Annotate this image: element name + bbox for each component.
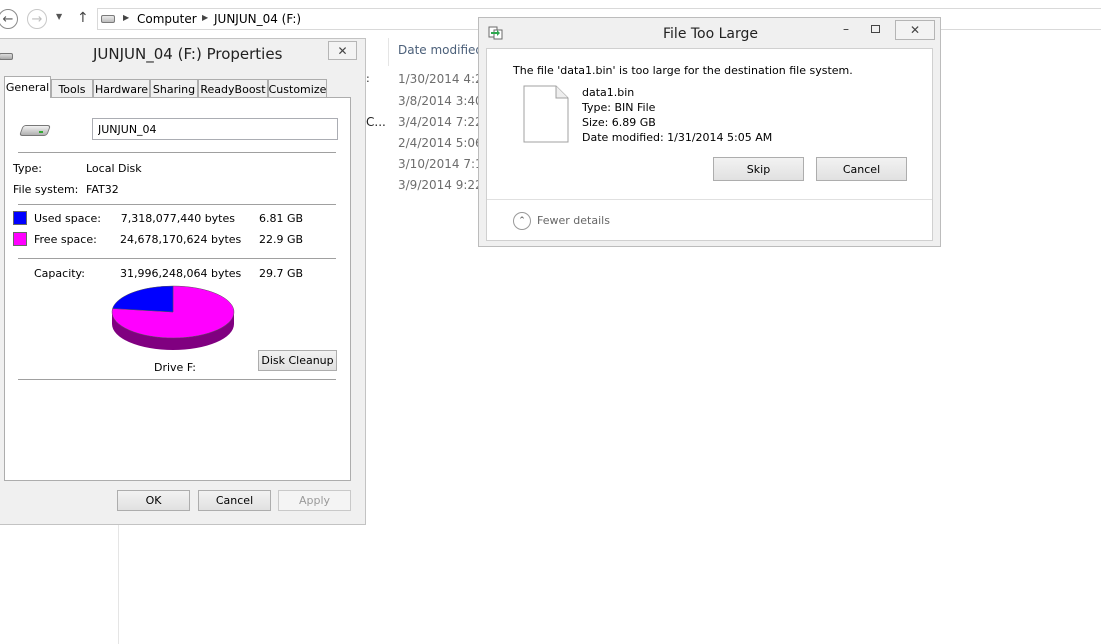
- disk-usage-pie-chart: [111, 285, 235, 350]
- recent-locations-chevron-icon[interactable]: ▼: [56, 12, 62, 21]
- close-icon: ✕: [909, 23, 921, 37]
- free-space-bytes: 24,678,170,624 bytes: [120, 233, 242, 246]
- drive-caption: Drive F:: [154, 361, 197, 374]
- dialog-body: The file 'data1.bin' is too large for th…: [486, 48, 933, 241]
- file-icon: [523, 85, 569, 143]
- breadcrumb-drive[interactable]: JUNJUN_04 (F:): [214, 12, 301, 26]
- type-value: Local Disk: [86, 162, 142, 175]
- divider: [18, 258, 336, 259]
- tab-label: General: [5, 81, 50, 94]
- file-system-label: File system:: [13, 183, 79, 196]
- file-size: Size: 6.89 GB: [582, 116, 656, 129]
- list-item-name-partial: :: [366, 72, 370, 85]
- free-space-label: Free space:: [34, 233, 97, 246]
- error-message: The file 'data1.bin' is too large for th…: [513, 64, 853, 77]
- cancel-button[interactable]: Cancel: [198, 490, 271, 511]
- divider: [18, 379, 336, 380]
- capacity-bytes: 31,996,248,064 bytes: [120, 267, 242, 280]
- tab-label: Tools: [58, 82, 86, 96]
- close-button[interactable]: ✕: [895, 20, 935, 40]
- tab-tools[interactable]: Tools: [51, 79, 93, 98]
- list-item-name-partial: C...: [366, 115, 386, 129]
- breadcrumb-computer[interactable]: Computer: [137, 12, 197, 26]
- tab-strip: General Tools Hardware Sharing ReadyBoos…: [4, 76, 354, 98]
- free-space-swatch: [13, 232, 27, 246]
- used-space-size: 6.81 GB: [259, 212, 304, 225]
- column-divider: [388, 38, 389, 66]
- navigation-pane-divider: [118, 520, 119, 644]
- tab-label: Customize: [268, 82, 327, 96]
- tab-hardware[interactable]: Hardware: [93, 79, 150, 98]
- tab-readyboost[interactable]: ReadyBoost: [198, 79, 268, 98]
- tab-label: ReadyBoost: [200, 82, 266, 96]
- breadcrumb-separator-icon[interactable]: ▶: [123, 13, 129, 22]
- used-space-bytes: 7,318,077,440 bytes: [120, 212, 235, 225]
- file-copy-icon: [488, 26, 503, 40]
- properties-dialog: JUNJUN_04 (F:) Properties ✕ General Tool…: [0, 38, 366, 525]
- list-item-date: 2/4/2014 5:06 A: [398, 136, 479, 150]
- file-name: data1.bin: [582, 86, 635, 99]
- list-item-date: 3/10/2014 7:13: [398, 157, 479, 171]
- file-date-modified: Date modified: 1/31/2014 5:05 AM: [582, 131, 773, 144]
- divider: [18, 204, 336, 205]
- list-item-date: 3/9/2014 9:22 P: [398, 178, 479, 192]
- general-tab-panel: Type: Local Disk File system: FAT32 Used…: [4, 97, 351, 481]
- apply-button[interactable]: Apply: [278, 490, 351, 511]
- up-arrow-icon[interactable]: ↑: [77, 10, 89, 26]
- maximize-icon[interactable]: [871, 25, 880, 33]
- fewer-details-toggle[interactable]: Fewer details: [537, 214, 610, 227]
- column-header-date-modified[interactable]: Date modified: [398, 43, 479, 57]
- minimize-icon[interactable]: –: [843, 22, 849, 36]
- close-icon: ✕: [337, 43, 348, 58]
- drive-icon: [0, 53, 13, 60]
- forward-arrow-icon[interactable]: →: [27, 9, 47, 29]
- divider: [18, 152, 336, 153]
- dialog-title: JUNJUN_04 (F:) Properties: [93, 45, 283, 63]
- file-type: Type: BIN File: [582, 101, 656, 114]
- file-too-large-dialog: File Too Large – ✕ The file 'data1.bin' …: [478, 17, 941, 247]
- breadcrumb-separator-icon[interactable]: ▶: [202, 13, 208, 22]
- list-item-date: 3/4/2014 7:22 A: [398, 115, 479, 129]
- divider: [487, 199, 932, 200]
- back-arrow-icon[interactable]: ←: [0, 9, 18, 29]
- disk-cleanup-button[interactable]: Disk Cleanup: [258, 350, 337, 371]
- chevron-up-icon[interactable]: ⌃: [513, 212, 531, 230]
- tab-sharing[interactable]: Sharing: [150, 79, 198, 98]
- list-item-date: 1/30/2014 4:29: [398, 72, 479, 86]
- tab-general[interactable]: General: [4, 76, 51, 98]
- free-space-size: 22.9 GB: [259, 233, 304, 246]
- drive-icon: [101, 15, 115, 23]
- tab-customize[interactable]: Customize: [268, 79, 327, 98]
- dialog-title: File Too Large: [663, 26, 759, 42]
- capacity-size: 29.7 GB: [259, 267, 304, 280]
- used-space-swatch: [13, 211, 27, 225]
- cancel-button[interactable]: Cancel: [816, 157, 907, 181]
- file-list: Date modified : C... 1/30/2014 4:29 3/8/…: [366, 38, 479, 198]
- capacity-label: Capacity:: [34, 267, 85, 280]
- ok-button[interactable]: OK: [117, 490, 190, 511]
- file-system-value: FAT32: [86, 183, 119, 196]
- close-button[interactable]: ✕: [328, 41, 357, 60]
- used-space-label: Used space:: [34, 212, 102, 225]
- type-label: Type:: [13, 162, 42, 175]
- skip-button[interactable]: Skip: [713, 157, 804, 181]
- list-item-date: 3/8/2014 3:40 P: [398, 94, 479, 108]
- tab-label: Sharing: [152, 82, 196, 96]
- pie-slice-used: [112, 285, 174, 313]
- tab-label: Hardware: [94, 82, 149, 96]
- drive-name-input[interactable]: [92, 118, 338, 140]
- usb-drive-icon: [18, 122, 52, 140]
